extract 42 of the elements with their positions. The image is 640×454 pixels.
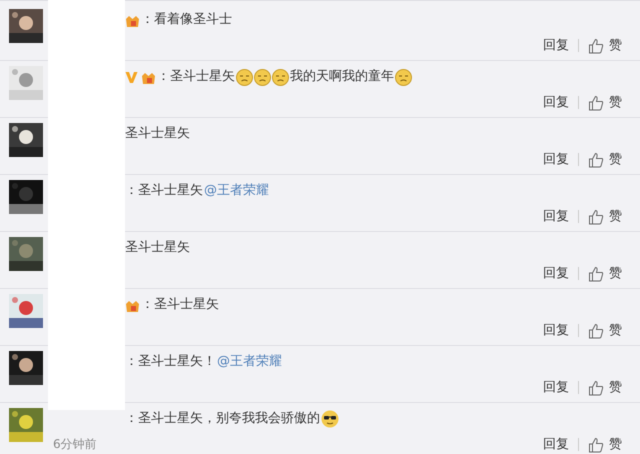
emoji-icon — [236, 68, 253, 86]
like-link[interactable]: 赞 — [609, 150, 622, 170]
reply-link[interactable]: 回复 — [543, 378, 569, 398]
reply-link[interactable]: 回复 — [543, 93, 569, 112]
comment-text: 我的天啊我的童年 — [290, 68, 394, 86]
like-link[interactable]: 赞 — [609, 93, 622, 112]
reply-link[interactable]: 回复 — [543, 264, 569, 284]
comment-text: ：看着像圣斗士 — [141, 11, 232, 29]
reply-link[interactable]: 回复 — [543, 36, 569, 56]
thumbs-up-icon[interactable] — [588, 436, 604, 453]
comment-text: 圣斗士星矢 — [125, 239, 190, 257]
mention-link[interactable]: @王者荣耀 — [204, 181, 269, 201]
comment-text: ：圣斗士星矢 — [141, 296, 219, 314]
thumbs-up-icon[interactable] — [588, 208, 604, 225]
like-link[interactable]: 赞 — [609, 378, 622, 398]
emoji-icon — [395, 68, 412, 86]
sunglasses-emoji-icon — [321, 410, 339, 428]
comment-text: ：圣斗士星矢 — [125, 182, 203, 200]
thumbs-up-icon[interactable] — [588, 322, 604, 339]
thumbs-up-icon[interactable] — [588, 152, 604, 168]
reply-link[interactable]: 回复 — [543, 150, 569, 170]
comment-text: ：圣斗士星矢，别夸我我会骄傲的 — [125, 410, 320, 428]
v-badge-icon — [125, 70, 138, 84]
like-link[interactable]: 赞 — [609, 435, 622, 454]
thumbs-up-icon[interactable] — [588, 94, 604, 111]
thumbs-up-icon[interactable] — [588, 266, 604, 282]
reply-link[interactable]: 回复 — [543, 207, 569, 226]
comment-text: ：圣斗士星矢！ — [125, 353, 216, 371]
reply-link[interactable]: 回复 — [543, 435, 569, 454]
thumbs-up-icon[interactable] — [588, 380, 604, 396]
like-link[interactable]: 赞 — [609, 207, 622, 226]
emoji-icon — [272, 68, 289, 86]
like-link[interactable]: 赞 — [609, 36, 622, 56]
reply-link[interactable]: 回复 — [543, 321, 569, 340]
emoji-icon — [254, 68, 271, 86]
comment-text: ：圣斗士星矢 — [157, 68, 235, 86]
timestamp: 6分钟前 — [53, 436, 97, 453]
like-link[interactable]: 赞 — [609, 264, 622, 284]
thumbs-up-icon[interactable] — [588, 38, 604, 54]
mention-link[interactable]: @王者荣耀 — [217, 352, 282, 372]
comment-text: 圣斗士星矢 — [125, 125, 190, 143]
like-link[interactable]: 赞 — [609, 321, 622, 340]
